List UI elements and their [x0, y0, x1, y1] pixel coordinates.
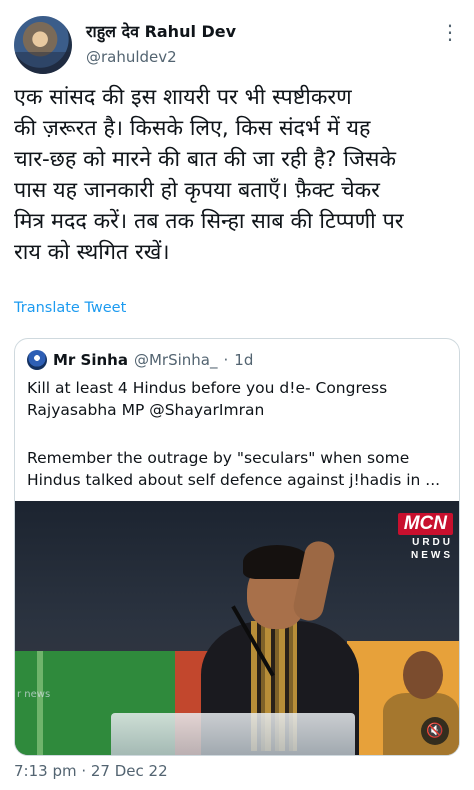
- author-handle[interactable]: @rahuldev2: [86, 46, 236, 68]
- video-watermark: r news: [17, 689, 51, 700]
- author-avatar[interactable]: [14, 16, 72, 74]
- logo-urdu-text: URDU: [412, 537, 453, 548]
- podium: [111, 713, 355, 755]
- separator-dot: ·: [223, 351, 229, 369]
- translate-tweet-link[interactable]: Translate Tweet: [14, 300, 126, 316]
- quoted-author-handle: @MrSinha_: [133, 351, 218, 369]
- quoted-tweet-header: Mr Sinha @MrSinha_ · 1d: [27, 349, 253, 371]
- more-icon[interactable]: ⋮: [440, 20, 460, 44]
- mcn-news-logo: MCN URDU NEWS: [377, 513, 453, 561]
- quoted-tweet[interactable]: Mr Sinha @MrSinha_ · 1d Kill at least 4 …: [14, 338, 460, 756]
- quoted-author-name: Mr Sinha: [53, 351, 128, 369]
- logo-mcn-text: MCN: [397, 513, 453, 535]
- tweet-header: राहुल देव Rahul Dev @rahuldev2 ⋮: [14, 14, 460, 76]
- author-names: राहुल देव Rahul Dev @rahuldev2: [86, 22, 236, 68]
- quoted-tweet-text-2: Remember the outrage by "seculars" when …: [27, 449, 441, 489]
- quoted-tweet-video[interactable]: r news MCN URDU NEWS 🔇: [15, 501, 459, 755]
- volume-mute-icon[interactable]: 🔇: [421, 717, 449, 745]
- quoted-tweet-text-1: Kill at least 4 Hindus before you d!e- C…: [27, 379, 388, 419]
- quoted-author-avatar: [27, 350, 47, 370]
- officer-head: [403, 651, 443, 699]
- author-display-name[interactable]: राहुल देव Rahul Dev: [86, 22, 236, 42]
- tweet-text: एक सांसद की इस शायरी पर भी स्पष्टीकरण की…: [14, 85, 404, 265]
- tweet-timestamp[interactable]: 7:13 pm · 27 Dec 22: [14, 762, 168, 780]
- quoted-tweet-time: 1d: [234, 351, 254, 369]
- logo-news-text: NEWS: [411, 550, 453, 561]
